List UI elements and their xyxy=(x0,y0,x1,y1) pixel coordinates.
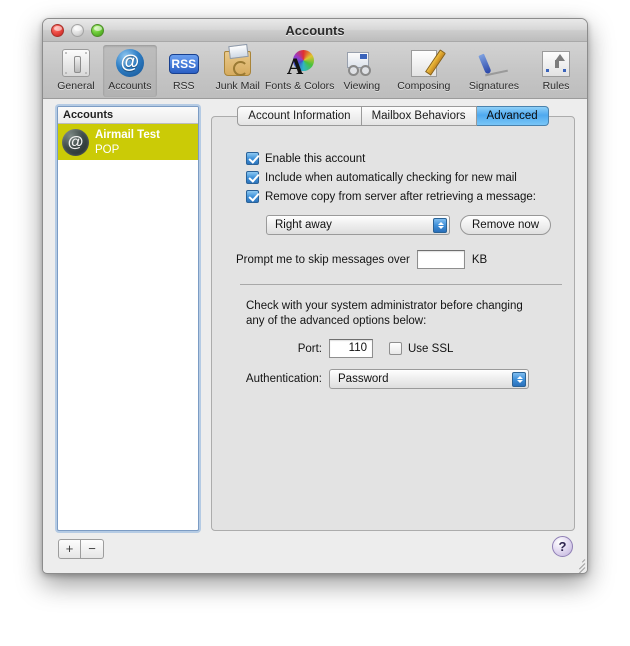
remove-copy-checkbox[interactable] xyxy=(246,190,259,203)
window-titlebar: Accounts xyxy=(43,19,587,42)
include-checking-label: Include when automatically checking for … xyxy=(265,171,517,184)
resize-grip[interactable] xyxy=(571,556,586,573)
toolbar-item-accounts[interactable]: @ Accounts xyxy=(102,45,157,97)
signatures-icon xyxy=(478,47,510,78)
help-button[interactable]: ? xyxy=(552,536,573,557)
authentication-row: Authentication: Password xyxy=(236,369,566,389)
toolbar-item-viewing[interactable]: Viewing xyxy=(335,45,389,97)
enable-account-checkbox[interactable] xyxy=(246,152,259,165)
use-ssl-label: Use SSL xyxy=(408,342,454,355)
port-label: Port: xyxy=(297,342,322,355)
remove-copy-label: Remove copy from server after retrieving… xyxy=(265,190,536,203)
admin-note-line1: Check with your system administrator bef… xyxy=(246,300,523,312)
remove-schedule-value: Right away xyxy=(275,219,332,231)
add-account-button[interactable]: + xyxy=(58,539,81,559)
minimize-window-button[interactable] xyxy=(71,24,84,37)
port-input[interactable]: 110 xyxy=(329,339,373,358)
toolbar-item-rss[interactable]: RSS RSS xyxy=(157,45,211,97)
toolbar-item-signatures[interactable]: Signatures xyxy=(459,45,529,97)
remove-copy-row[interactable]: Remove copy from server after retrieving… xyxy=(246,190,536,203)
toolbar-item-fonts-colors[interactable]: A Fonts & Colors xyxy=(265,45,335,97)
tab-account-information[interactable]: Account Information xyxy=(237,106,362,126)
zoom-window-button[interactable] xyxy=(91,24,104,37)
tab-advanced[interactable]: Advanced xyxy=(476,106,549,126)
authentication-popup[interactable]: Password xyxy=(329,369,529,389)
rss-icon: RSS xyxy=(168,47,200,78)
prompt-skip-label: Prompt me to skip messages over xyxy=(236,253,410,266)
include-checking-row[interactable]: Include when automatically checking for … xyxy=(246,171,536,184)
settings-tabview: Account Information Mailbox Behaviors Ad… xyxy=(211,106,575,531)
account-item-text: Airmail Test POP xyxy=(95,129,160,156)
toolbar-label-junk-mail: Junk Mail xyxy=(215,80,260,92)
account-type: POP xyxy=(95,143,120,156)
port-row: Port: 110 Use SSL xyxy=(236,339,536,358)
toolbar-item-rules[interactable]: Rules xyxy=(529,45,583,97)
junk-mail-icon xyxy=(222,47,254,78)
toolbar-label-accounts: Accounts xyxy=(108,80,152,92)
authentication-value: Password xyxy=(338,373,389,385)
account-globe-icon: @ xyxy=(62,128,89,156)
composing-icon xyxy=(408,47,440,78)
remove-schedule-popup[interactable]: Right away xyxy=(266,215,450,235)
toolbar-label-viewing: Viewing xyxy=(343,80,381,92)
admin-note: Check with your system administrator bef… xyxy=(246,299,523,329)
prompt-skip-unit: KB xyxy=(471,253,488,266)
preferences-window: Accounts General @ Accounts RSS RSS Junk… xyxy=(42,18,588,574)
fonts-colors-icon: A xyxy=(284,47,316,78)
toolbar-item-composing[interactable]: Composing xyxy=(389,45,459,97)
enable-account-label: Enable this account xyxy=(265,152,366,165)
tab-strip: Account Information Mailbox Behaviors Ad… xyxy=(211,106,575,126)
account-list-item[interactable]: @ Airmail Test POP xyxy=(58,124,198,160)
include-checking-checkbox[interactable] xyxy=(246,171,259,184)
close-window-button[interactable] xyxy=(51,24,64,37)
chevron-updown-icon-auth xyxy=(512,372,526,387)
accounts-list[interactable]: Accounts @ Airmail Test POP xyxy=(57,106,199,531)
use-ssl-checkbox[interactable] xyxy=(389,342,402,355)
toolbar-label-rss: RSS xyxy=(172,80,195,92)
enable-account-row[interactable]: Enable this account xyxy=(246,152,536,165)
preferences-toolbar: General @ Accounts RSS RSS Junk Mail A F… xyxy=(43,42,587,99)
chevron-updown-icon xyxy=(433,218,447,233)
toolbar-label-general: General xyxy=(57,80,95,92)
at-sign-icon: @ xyxy=(114,47,146,78)
toolbar-label-signatures: Signatures xyxy=(468,80,520,92)
remove-account-button[interactable]: − xyxy=(81,539,104,559)
accounts-list-header: Accounts xyxy=(58,107,198,124)
rules-icon xyxy=(540,47,572,78)
toolbar-label-rules: Rules xyxy=(542,80,570,92)
admin-note-line2: any of the advanced options below: xyxy=(246,315,427,327)
general-icon xyxy=(60,47,92,78)
tab-mailbox-behaviors[interactable]: Mailbox Behaviors xyxy=(361,106,477,126)
prompt-skip-input[interactable] xyxy=(416,250,465,269)
toolbar-label-fonts-colors: Fonts & Colors xyxy=(264,80,335,92)
authentication-label: Authentication: xyxy=(245,373,322,385)
preferences-body: Accounts @ Airmail Test POP + − Account … xyxy=(43,99,587,573)
window-title: Accounts xyxy=(285,23,345,38)
prompt-skip-row: Prompt me to skip messages over KB xyxy=(236,250,487,269)
toolbar-item-junk-mail[interactable]: Junk Mail xyxy=(211,45,265,97)
viewing-icon xyxy=(346,47,378,78)
toolbar-item-general[interactable]: General xyxy=(49,45,103,97)
toolbar-label-composing: Composing xyxy=(397,80,451,92)
account-name: Airmail Test xyxy=(95,128,160,141)
account-list-buttons: + − xyxy=(58,539,104,559)
advanced-tab-panel: Enable this account Include when automat… xyxy=(211,116,575,531)
section-separator xyxy=(240,284,562,285)
remove-now-button[interactable]: Remove now xyxy=(460,215,552,235)
